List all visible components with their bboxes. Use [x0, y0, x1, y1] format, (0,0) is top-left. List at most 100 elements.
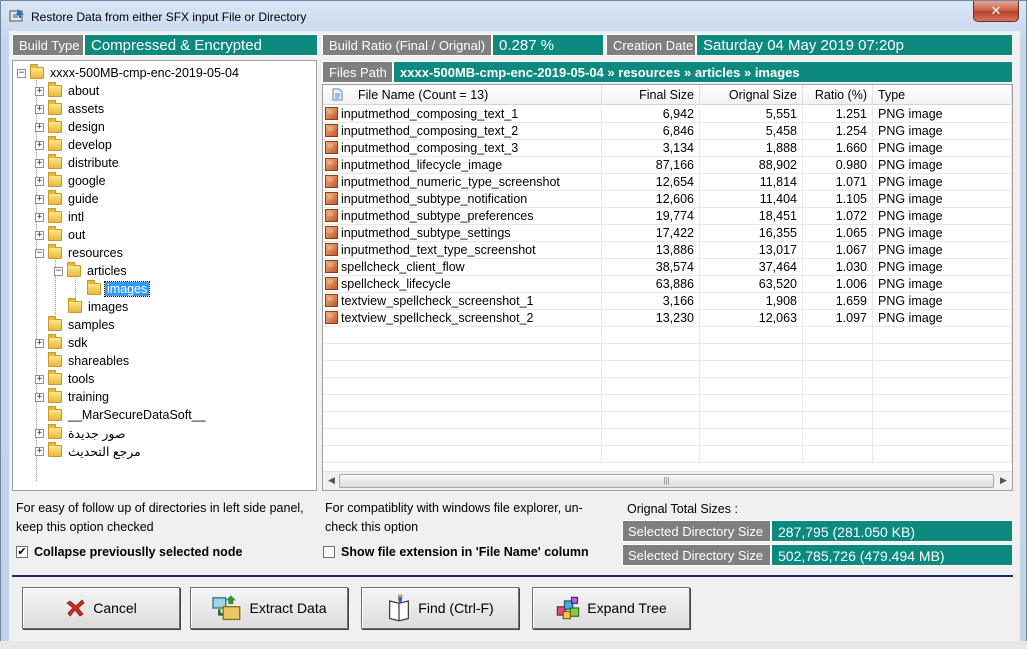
- folder-icon: [48, 424, 62, 439]
- tree-item-sdk[interactable]: + sdk: [35, 334, 89, 352]
- tree-root[interactable]: − xxxx-500MB-cmp-enc-2019-05-04: [17, 64, 241, 82]
- tree-item-new-images[interactable]: + صور جديدة: [35, 424, 127, 442]
- tree-item-articles-images[interactable]: images: [87, 280, 151, 298]
- horizontal-scrollbar[interactable]: ◀ ||| ▶: [323, 471, 1012, 490]
- table-row[interactable]: inputmethod_lifecycle_image 87,166 88,90…: [323, 157, 1012, 174]
- tree-item-training[interactable]: + training: [35, 388, 111, 406]
- original-size: 5,458: [700, 123, 803, 140]
- ratio: 1.071: [803, 174, 873, 191]
- expand-icon[interactable]: +: [35, 158, 44, 168]
- selected-dir-size-value: 287,795 (281.050 KB): [771, 520, 1013, 542]
- scrollbar-thumb[interactable]: |||: [339, 474, 994, 488]
- file-type: PNG image: [873, 225, 1012, 242]
- table-row[interactable]: spellcheck_lifecycle 63,886 63,520 1.006…: [323, 276, 1012, 293]
- cancel-button[interactable]: Cancel: [22, 587, 180, 629]
- file-name: spellcheck_lifecycle: [341, 277, 451, 291]
- column-ratio[interactable]: Ratio (%): [803, 85, 873, 105]
- expand-icon[interactable]: +: [35, 446, 44, 456]
- table-row[interactable]: inputmethod_subtype_preferences 19,774 1…: [323, 208, 1012, 225]
- original-size: 18,451: [700, 208, 803, 225]
- collapse-icon[interactable]: −: [17, 68, 26, 78]
- tree-item-google[interactable]: + google: [35, 172, 108, 190]
- extract-data-button[interactable]: Extract Data: [190, 587, 348, 629]
- tree-item-samples[interactable]: samples: [48, 316, 117, 334]
- scroll-left-icon[interactable]: ◀: [328, 475, 335, 486]
- tree-item-assets[interactable]: + assets: [35, 100, 106, 118]
- extension-option[interactable]: Show file extension in 'File Name' colum…: [323, 545, 589, 559]
- collapse-help-text: For easy of follow up of directories in …: [16, 501, 304, 534]
- expand-icon[interactable]: +: [35, 86, 44, 96]
- extract-icon: [212, 595, 241, 621]
- expand-icon[interactable]: +: [35, 104, 44, 114]
- collapse-icon[interactable]: −: [35, 248, 44, 258]
- title-bar[interactable]: Restore Data from either SFX input File …: [1, 1, 1026, 31]
- find-button[interactable]: Find (Ctrl-F): [361, 587, 519, 629]
- expand-icon[interactable]: +: [35, 338, 44, 348]
- empty-row: [323, 361, 1012, 378]
- expand-icon[interactable]: +: [35, 428, 44, 438]
- expand-icon[interactable]: +: [35, 176, 44, 186]
- folder-open-icon: [87, 280, 101, 295]
- scroll-right-icon[interactable]: ▶: [1000, 475, 1007, 486]
- column-type[interactable]: Type: [873, 85, 1012, 105]
- directory-tree[interactable]: − xxxx-500MB-cmp-enc-2019-05-04 + about …: [12, 60, 317, 491]
- table-row[interactable]: inputmethod_composing_text_1 6,942 5,551…: [323, 106, 1012, 123]
- expand-icon[interactable]: +: [35, 212, 44, 222]
- file-type: PNG image: [873, 242, 1012, 259]
- file-type: PNG image: [873, 259, 1012, 276]
- table-row[interactable]: inputmethod_composing_text_3 3,134 1,888…: [323, 140, 1012, 157]
- column-original-size[interactable]: Orignal Size: [700, 85, 803, 105]
- file-name: inputmethod_subtype_preferences: [341, 209, 534, 223]
- file-type: PNG image: [873, 140, 1012, 157]
- tree-item-intl[interactable]: + intl: [35, 208, 86, 226]
- table-row[interactable]: inputmethod_numeric_type_screenshot 12,6…: [323, 174, 1012, 191]
- table-row[interactable]: textview_spellcheck_screenshot_2 13,230 …: [323, 310, 1012, 327]
- expand-icon[interactable]: +: [35, 230, 44, 240]
- tree-item-resources-images[interactable]: images: [68, 298, 130, 316]
- file-name: textview_spellcheck_screenshot_2: [341, 311, 534, 325]
- folder-icon: [48, 226, 62, 241]
- tree-item-label: distribute: [68, 156, 119, 170]
- expand-tree-button[interactable]: Expand Tree: [532, 587, 690, 629]
- collapse-icon[interactable]: −: [54, 266, 63, 276]
- original-size: 88,902: [700, 157, 803, 174]
- table-row[interactable]: inputmethod_subtype_notification 12,606 …: [323, 191, 1012, 208]
- tree-item-resources[interactable]: − resources: [35, 244, 125, 262]
- tree-item-marsecure[interactable]: __MarSecureDataSoft__: [48, 406, 208, 424]
- collapse-checkbox[interactable]: ✔: [16, 546, 28, 558]
- folder-icon: [48, 190, 62, 205]
- extension-checkbox[interactable]: [323, 546, 335, 558]
- table-row[interactable]: inputmethod_text_type_screenshot 13,886 …: [323, 242, 1012, 259]
- tree-item-articles[interactable]: − articles: [54, 262, 129, 280]
- table-row[interactable]: spellcheck_client_flow 38,574 37,464 1.0…: [323, 259, 1012, 276]
- tree-item-distribute[interactable]: + distribute: [35, 154, 121, 172]
- png-file-icon: [325, 260, 338, 273]
- table-row[interactable]: inputmethod_composing_text_2 6,846 5,458…: [323, 123, 1012, 140]
- table-row[interactable]: inputmethod_subtype_settings 17,422 16,3…: [323, 225, 1012, 242]
- file-type: PNG image: [873, 276, 1012, 293]
- folder-icon: [48, 442, 62, 457]
- tree-item-out[interactable]: + out: [35, 226, 87, 244]
- png-file-icon: [325, 124, 338, 137]
- build-ratio-label: Build Ratio (Final / Orignal): [322, 34, 492, 56]
- expand-icon[interactable]: +: [35, 392, 44, 402]
- column-final-size[interactable]: Final Size: [602, 85, 700, 105]
- column-file-name[interactable]: File Name (Count = 13): [323, 85, 602, 105]
- tree-item-design[interactable]: + design: [35, 118, 107, 136]
- file-list[interactable]: File Name (Count = 13) Final Size Origna…: [322, 84, 1013, 491]
- tree-item-tools[interactable]: + tools: [35, 370, 96, 388]
- close-button[interactable]: ✕: [973, 1, 1019, 22]
- tree-item-label: about: [68, 84, 100, 98]
- folder-icon: [30, 64, 44, 79]
- tree-item-shareables[interactable]: shareables: [48, 352, 131, 370]
- tree-item-guide[interactable]: + guide: [35, 190, 101, 208]
- collapse-option[interactable]: ✔ Collapse previouslly selected node: [16, 545, 242, 559]
- tree-item-develop[interactable]: + develop: [35, 136, 114, 154]
- tree-item-about[interactable]: + about: [35, 82, 101, 100]
- expand-icon[interactable]: +: [35, 374, 44, 384]
- expand-icon[interactable]: +: [35, 122, 44, 132]
- tree-item-update-reference[interactable]: + مرجع التحديث: [35, 442, 143, 460]
- table-row[interactable]: textview_spellcheck_screenshot_1 3,166 1…: [323, 293, 1012, 310]
- expand-icon[interactable]: +: [35, 140, 44, 150]
- expand-icon[interactable]: +: [35, 194, 44, 204]
